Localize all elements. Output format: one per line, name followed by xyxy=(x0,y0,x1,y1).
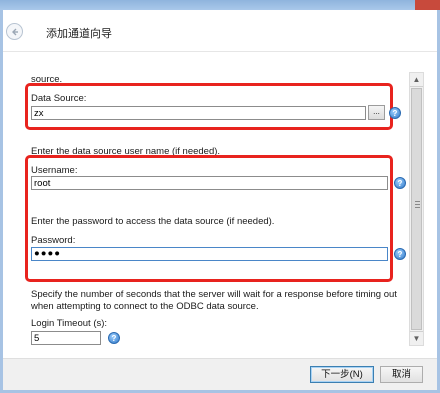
data-source-label: Data Source: xyxy=(31,93,87,104)
browse-button[interactable]: ... xyxy=(368,105,385,120)
window-title: 添加通道向导 xyxy=(46,28,112,40)
next-button[interactable]: 下一步(N) xyxy=(310,366,374,383)
password-hint: Enter the password to access the data so… xyxy=(31,216,275,227)
cancel-button[interactable]: 取消 xyxy=(380,366,423,383)
help-icon[interactable]: ? xyxy=(394,177,406,189)
help-icon[interactable]: ? xyxy=(389,107,401,119)
close-window-button[interactable] xyxy=(415,0,440,10)
help-icon[interactable]: ? xyxy=(394,248,406,260)
wizard-header: 添加通道向导 xyxy=(3,10,437,52)
scroll-down-icon[interactable]: ▼ xyxy=(410,331,423,345)
password-field[interactable]: ●●●● xyxy=(31,247,388,261)
login-timeout-field[interactable] xyxy=(31,331,101,345)
data-source-field[interactable] xyxy=(31,106,366,120)
form-scroll-area: source. Data Source: ... ? Enter the dat… xyxy=(3,53,408,358)
grip-line xyxy=(415,207,420,208)
scroll-up-icon[interactable]: ▲ xyxy=(410,73,423,87)
help-icon[interactable]: ? xyxy=(108,332,120,344)
username-field[interactable] xyxy=(31,176,388,190)
back-arrow-icon[interactable] xyxy=(6,23,23,40)
username-label: Username: xyxy=(31,165,78,176)
grip-line xyxy=(415,204,420,205)
password-label: Password: xyxy=(31,235,76,246)
timeout-hint-line-1: Specify the number of seconds that the s… xyxy=(31,289,397,300)
grip-line xyxy=(415,201,420,202)
login-timeout-label: Login Timeout (s): xyxy=(31,318,108,329)
window-frame-top xyxy=(0,0,440,10)
scroll-thumb[interactable] xyxy=(411,88,422,330)
wizard-content: source. Data Source: ... ? Enter the dat… xyxy=(3,53,437,358)
wizard-footer: 下一步(N) 取消 xyxy=(3,358,437,390)
vertical-scrollbar[interactable]: ▲ ▼ xyxy=(409,72,424,346)
timeout-hint-line-2: when attempting to connect to the ODBC d… xyxy=(31,301,259,312)
